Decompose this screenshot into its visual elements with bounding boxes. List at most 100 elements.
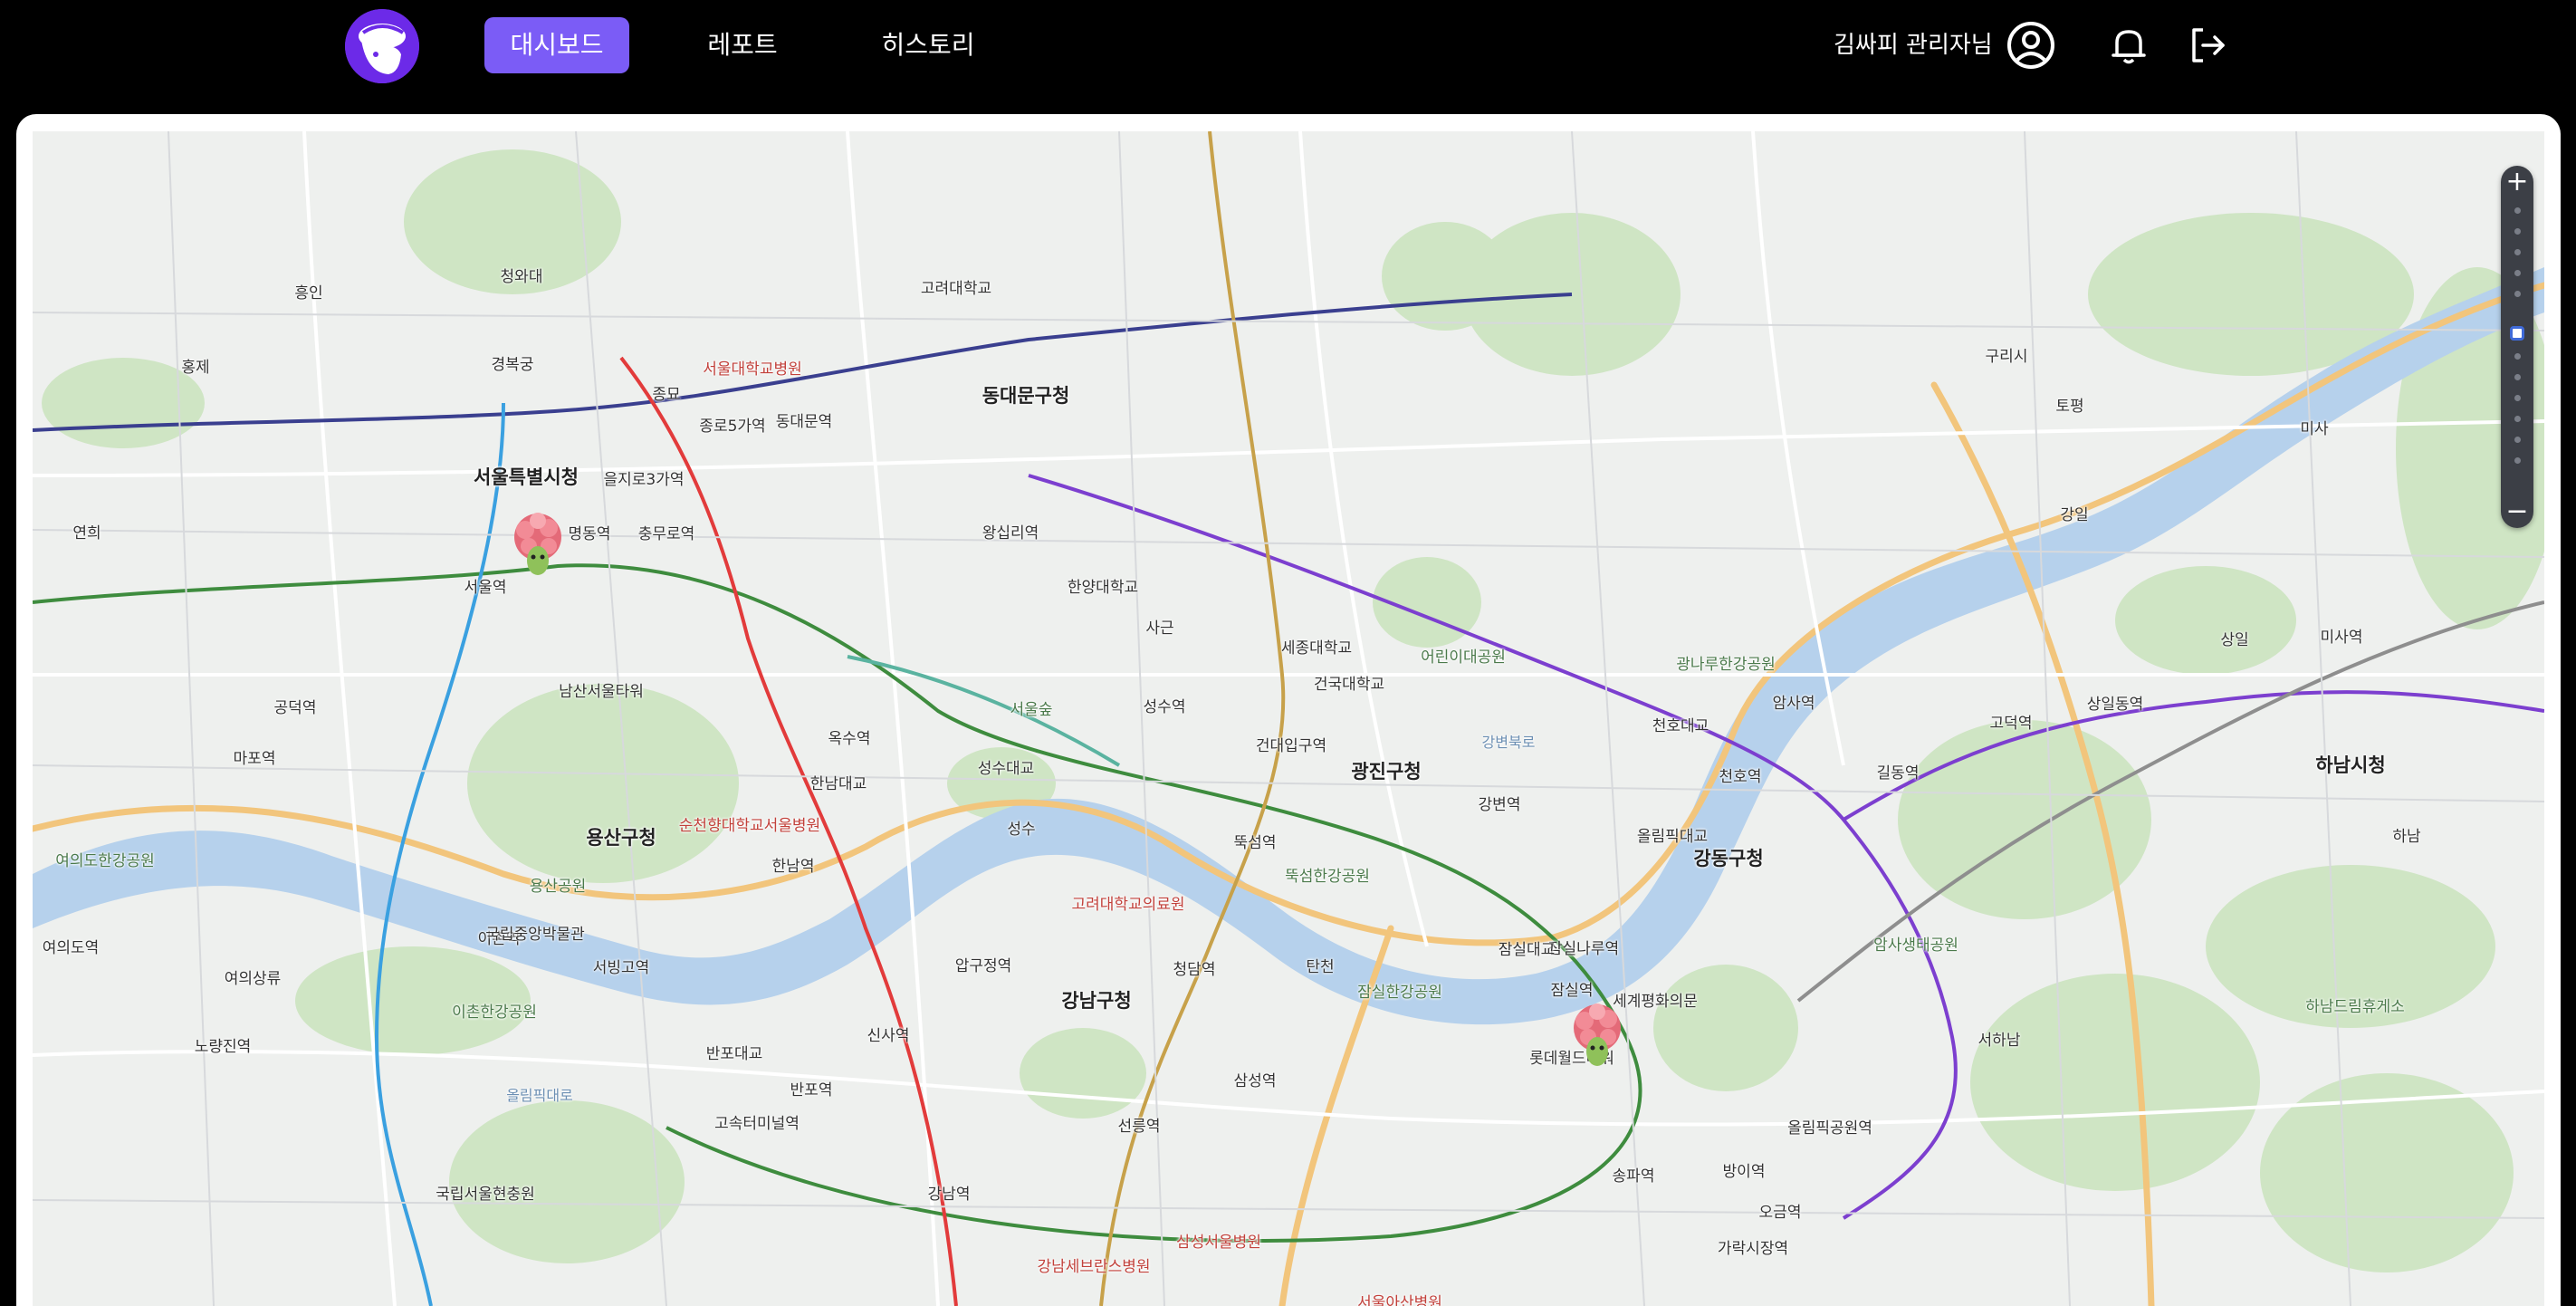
- zoom-level-tick[interactable]: [2514, 395, 2521, 401]
- logo-mascot-icon: [345, 9, 419, 83]
- zoom-level-tick[interactable]: [2514, 353, 2521, 360]
- map-label-park: 서울숲: [1010, 701, 1053, 720]
- nav-tab-report[interactable]: 레포트: [670, 17, 815, 73]
- map-label-ic: 홍제: [181, 359, 210, 378]
- nav-tab-dashboard[interactable]: 대시보드: [484, 17, 629, 73]
- map-panel: 서울특별시청 용산구청 강남구청 광진구청 강동구청 하남시청 동대문구청 종로…: [16, 114, 2561, 1306]
- zoom-level-tick[interactable]: [2514, 374, 2521, 380]
- map-label-station: 노량진역: [194, 1038, 252, 1057]
- zoom-level-tick[interactable]: [2514, 291, 2521, 297]
- map-label-park: 용산공원: [529, 878, 587, 897]
- zoom-level-tick[interactable]: [2514, 228, 2521, 235]
- notification-bell-icon[interactable]: [2103, 20, 2154, 71]
- map-label-station: 서울역: [464, 579, 507, 598]
- map-label-ic: 토평: [2055, 398, 2084, 417]
- map-label-station: 서빙고역: [592, 959, 650, 978]
- map-label-station: 압구정역: [954, 957, 1012, 976]
- map-label-station: 선릉역: [1117, 1118, 1161, 1137]
- map-label-landmark: 남산서울타워: [559, 683, 644, 702]
- map-label-station: 송파역: [1612, 1167, 1655, 1186]
- map-label-landmark: 청와대: [500, 268, 543, 287]
- map-label-yongsan-gu: 용산구청: [586, 826, 656, 849]
- map-label-station: 한남역: [771, 858, 815, 877]
- map-label-ic: 미사: [2300, 420, 2329, 439]
- map-label-hanam-si: 하남시청: [2315, 754, 2386, 776]
- map-label-ic: 흥인: [294, 284, 323, 303]
- map-label-station: 고속터미널역: [714, 1115, 800, 1134]
- map-label-university: 건국대학교: [1313, 676, 1385, 695]
- map-zoom-control: + −: [2501, 166, 2533, 528]
- map-label-bridge: 성수대교: [977, 760, 1035, 779]
- map-label-station: 오금역: [1758, 1204, 1802, 1223]
- map-label-seoul-city-hall: 서울특별시청: [474, 466, 579, 488]
- map-label-bridge: 올림픽대교: [1636, 828, 1709, 847]
- map-label-park: 잠실한강공원: [1357, 984, 1442, 1003]
- app-logo[interactable]: [345, 9, 419, 83]
- map-label-station: 반포역: [790, 1081, 833, 1100]
- map-label-hospital: 서울아산병원: [1357, 1294, 1442, 1306]
- map-label-ic: 탄천: [1306, 958, 1335, 977]
- map-label-park: 뚝섬한강공원: [1285, 868, 1370, 887]
- map-label-station: 마포역: [233, 750, 276, 769]
- map-label-station: 방이역: [1722, 1163, 1766, 1182]
- zoom-out-button[interactable]: −: [2501, 495, 2533, 528]
- map-label-station: 강일: [2060, 506, 2089, 525]
- map-label-hospital: 고려대학교의료원: [1071, 896, 1185, 915]
- map-label-ic: 서하남: [1977, 1032, 2021, 1051]
- map-label-bridge: 한남대교: [809, 775, 867, 794]
- map-label-station: 천호역: [1719, 768, 1762, 787]
- map-label-park: 암사생태공원: [1873, 936, 1958, 955]
- map-base-layer: [33, 131, 2544, 1306]
- logout-icon[interactable]: [2182, 20, 2233, 71]
- zoom-level-tick[interactable]: [2514, 270, 2521, 276]
- zoom-level-tick[interactable]: [2514, 437, 2521, 443]
- zoom-slider-handle[interactable]: [2510, 326, 2524, 341]
- map-label-gangnam-gu: 강남구청: [1061, 989, 1132, 1012]
- zoom-level-tick[interactable]: [2514, 457, 2521, 464]
- map-label-station: 왕십리역: [982, 524, 1039, 543]
- map-label-hospital: 삼성서울병원: [1176, 1234, 1261, 1253]
- zoom-in-button[interactable]: +: [2501, 166, 2533, 198]
- map-label-station: 신사역: [867, 1027, 910, 1046]
- map-label-station: 길동역: [1876, 764, 1920, 783]
- map-label-station: 종로5가역: [699, 418, 766, 437]
- zoom-level-tick[interactable]: [2514, 416, 2521, 422]
- map-label-bridge: 반포대교: [705, 1045, 763, 1064]
- map-label-park: 광나루한강공원: [1676, 656, 1776, 675]
- map-label-station: 여의도역: [42, 939, 100, 958]
- map-label-ic: 여의상류: [224, 970, 282, 989]
- map-label-landmark: 국립중앙박물관: [485, 926, 585, 945]
- map-label-university: 고려대학교: [920, 280, 992, 299]
- nav-tab-history[interactable]: 히스토리: [851, 17, 1005, 73]
- map-label-station: 뚝섬역: [1233, 834, 1277, 853]
- map-label-ic: 성수: [1007, 821, 1036, 840]
- map-label-station: 동대문역: [775, 413, 833, 432]
- map-label-station: 고덕역: [1989, 715, 2033, 734]
- map-label-ic: 하남: [2392, 828, 2421, 847]
- sensor-location-marker[interactable]: [502, 510, 574, 582]
- map-label-station: 삼성역: [1233, 1072, 1277, 1091]
- map-label-station: 성수역: [1143, 698, 1186, 717]
- map-label-dongdaemun-gu: 동대문구청: [982, 384, 1070, 407]
- map-label-park: 여의도한강공원: [55, 852, 155, 871]
- map-label-bridge: 천호대교: [1652, 717, 1709, 736]
- map-label-station: 잠실역: [1550, 982, 1594, 1001]
- user-profile-icon[interactable]: [2006, 20, 2056, 71]
- sensor-location-marker[interactable]: [1561, 1001, 1633, 1073]
- map-view[interactable]: 서울특별시청 용산구청 강남구청 광진구청 강동구청 하남시청 동대문구청 종로…: [33, 131, 2544, 1306]
- map-label-station: 명동역: [568, 525, 611, 544]
- map-label-hospital: 강남세브란스병원: [1037, 1258, 1151, 1277]
- user-name: 김싸피 관리자님: [1834, 32, 1993, 59]
- map-label-station: 충무로역: [637, 525, 695, 544]
- map-label-hospital: 서울대학교병원: [703, 360, 802, 379]
- map-label-station: 옥수역: [828, 730, 871, 749]
- map-label-station: 암사역: [1772, 695, 1815, 714]
- map-label-station: 강남역: [927, 1186, 971, 1205]
- map-label-university: 세종대학교: [1280, 639, 1353, 658]
- map-label-park: 이촌한강공원: [452, 1004, 537, 1023]
- map-label-city: 구리시: [1985, 348, 2028, 367]
- zoom-level-tick[interactable]: [2514, 249, 2521, 255]
- map-label-bridge: 잠실대교: [1498, 941, 1556, 960]
- zoom-level-tick[interactable]: [2514, 207, 2521, 214]
- map-label-station: 상일동역: [2086, 696, 2144, 715]
